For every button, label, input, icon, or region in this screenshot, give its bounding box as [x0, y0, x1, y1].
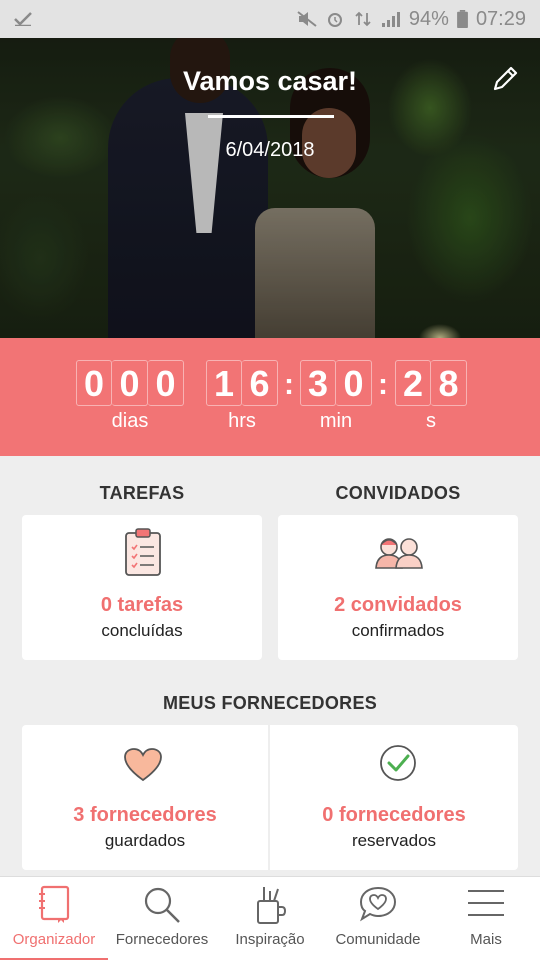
countdown-digit: 0 — [336, 360, 372, 406]
search-icon — [144, 887, 180, 923]
countdown-digit: 0 — [76, 360, 112, 406]
booked-vendors-count: 0 fornecedores — [322, 804, 466, 826]
nav-label: Inspiração — [235, 931, 305, 948]
guests-card[interactable]: 2 convidados confirmados — [278, 515, 518, 660]
nav-label: Comunidade — [335, 931, 421, 948]
countdown-label-days: dias — [111, 410, 149, 432]
countdown-hours: 1 6 — [206, 360, 278, 406]
nav-inspiracao[interactable]: Inspiração — [216, 877, 324, 960]
data-arrows-icon — [355, 11, 371, 27]
nav-label: Mais — [470, 931, 502, 948]
countdown-label-hours: hrs — [228, 410, 256, 432]
guests-icon — [375, 538, 423, 569]
nav-label: Fornecedores — [115, 931, 209, 948]
booked-vendors-card[interactable]: 0 fornecedores reservados — [270, 725, 518, 870]
signal-icon — [381, 12, 400, 27]
guests-status: confirmados — [351, 621, 445, 640]
countdown-label-minutes: min — [319, 410, 353, 432]
tasks-card[interactable]: 0 tarefas concluídas — [22, 515, 262, 660]
countdown-days: 0 0 0 — [76, 360, 184, 406]
status-bar: 94% 07:29 — [0, 0, 540, 38]
tasks-count: 0 tarefas — [100, 594, 184, 616]
countdown-digit: 0 — [148, 360, 184, 406]
check-icon — [14, 12, 32, 26]
notebook-icon — [39, 885, 70, 923]
battery-percent: 94% — [408, 7, 449, 30]
countdown-digit: 0 — [112, 360, 148, 406]
clipboard-checklist-icon — [125, 528, 161, 576]
alarm-icon — [327, 13, 342, 27]
menu-icon — [468, 890, 504, 916]
countdown-timer: 0 0 0 1 6 : 3 0 : 2 8 dias hrs min s — [0, 338, 540, 456]
countdown-digit: 6 — [242, 360, 278, 406]
nav-comunidade[interactable]: Comunidade — [324, 877, 432, 960]
title-divider — [208, 115, 334, 118]
saved-vendors-card[interactable]: 3 fornecedores guardados — [22, 725, 268, 870]
countdown-minutes: 3 0 — [300, 360, 372, 406]
countdown-label-seconds: s — [426, 410, 436, 432]
nav-fornecedores[interactable]: Fornecedores — [108, 877, 216, 960]
countdown-digit: 2 — [395, 360, 431, 406]
mute-icon — [297, 11, 317, 27]
edit-pencil-icon[interactable] — [490, 64, 520, 94]
countdown-separator: : — [284, 368, 294, 401]
chat-heart-icon — [359, 886, 397, 922]
tasks-section-title: TAREFAS — [99, 483, 185, 503]
nav-mais[interactable]: Mais — [432, 877, 540, 960]
booked-vendors-status: reservados — [351, 831, 437, 850]
saved-vendors-count: 3 fornecedores — [73, 804, 217, 826]
countdown-digit: 3 — [300, 360, 336, 406]
countdown-seconds: 2 8 — [395, 360, 467, 406]
tasks-status: concluídas — [101, 621, 183, 640]
countdown-digit: 1 — [206, 360, 242, 406]
inspiration-icon — [257, 887, 287, 924]
battery-icon — [457, 10, 468, 28]
vendors-section-title: MEUS FORNECEDORES — [162, 693, 378, 713]
check-circle-icon — [380, 745, 416, 781]
countdown-digit: 8 — [431, 360, 467, 406]
nav-label: Organizador — [12, 931, 96, 948]
countdown-separator: : — [378, 368, 388, 401]
guests-section-title: CONVIDADOS — [335, 483, 461, 503]
wedding-date: 6/04/2018 — [225, 139, 315, 161]
clock: 07:29 — [475, 7, 526, 30]
bottom-navigation: Organizador Fornecedores Inspiração Comu… — [0, 876, 540, 960]
guests-count: 2 convidados — [334, 594, 462, 616]
saved-vendors-status: guardados — [104, 831, 186, 850]
nav-organizador[interactable]: Organizador — [0, 877, 108, 960]
heart-icon — [124, 748, 162, 782]
wedding-title: Vamos casar! — [182, 66, 358, 96]
